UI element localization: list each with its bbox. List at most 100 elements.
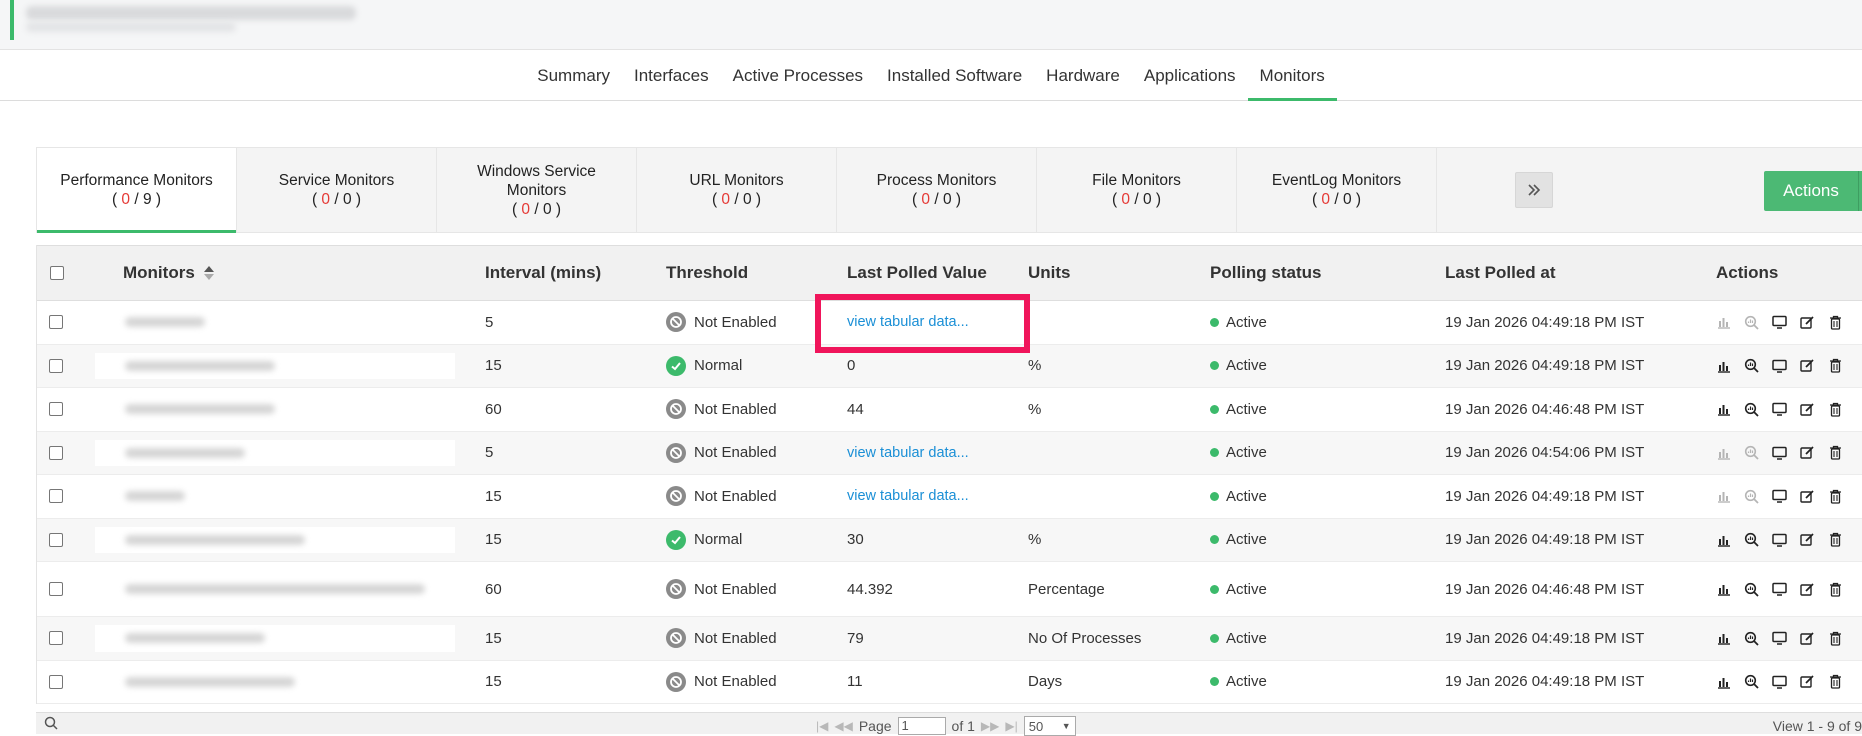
monitor-icon[interactable] — [1770, 580, 1789, 599]
tab-active-processes[interactable]: Active Processes — [721, 51, 875, 100]
zoom-graph-icon[interactable] — [1742, 580, 1761, 599]
next-page-icon[interactable]: ▶▶ — [981, 719, 999, 733]
bar-chart-icon[interactable] — [1714, 313, 1733, 332]
category-tab-performance-monitors[interactable]: Performance Monitors ( 0 / 9 ) — [37, 148, 237, 233]
row-checkbox[interactable] — [49, 445, 63, 460]
row-checkbox[interactable] — [49, 315, 63, 330]
zoom-graph-icon[interactable] — [1742, 672, 1761, 691]
count-active: 0 — [121, 191, 131, 208]
row-checkbox[interactable] — [49, 582, 63, 596]
edit-icon[interactable] — [1798, 313, 1817, 332]
zoom-graph-icon[interactable] — [1742, 356, 1761, 375]
page-size-select[interactable]: 50 ▼ — [1023, 716, 1076, 736]
trash-icon[interactable] — [1826, 580, 1845, 599]
page-input[interactable]: 1 — [897, 717, 946, 735]
sort-icon — [203, 266, 214, 280]
row-checkbox[interactable] — [49, 631, 63, 646]
trash-icon[interactable] — [1826, 313, 1845, 332]
tab-applications[interactable]: Applications — [1132, 51, 1248, 100]
category-tab-windows-service-monitors[interactable]: Windows Service Monitors( 0 / 0 ) — [437, 148, 637, 232]
monitor-icon[interactable] — [1770, 313, 1789, 332]
tab-monitors[interactable]: Monitors — [1247, 51, 1337, 101]
edit-icon[interactable] — [1798, 672, 1817, 691]
tab-installed-software[interactable]: Installed Software — [875, 51, 1034, 100]
view-tabular-data-link[interactable]: view tabular data... — [847, 445, 969, 461]
polling-status-label: Active — [1226, 487, 1267, 505]
zoom-graph-icon[interactable] — [1742, 530, 1761, 549]
trash-icon[interactable] — [1826, 629, 1845, 648]
bar-chart-icon[interactable] — [1714, 672, 1733, 691]
count-total: 0 — [1142, 191, 1152, 208]
first-page-icon[interactable]: |◀ — [816, 719, 828, 733]
tab-interfaces[interactable]: Interfaces — [622, 51, 721, 100]
edit-icon[interactable] — [1798, 356, 1817, 375]
edit-icon[interactable] — [1798, 530, 1817, 549]
monitor-icon[interactable] — [1770, 443, 1789, 462]
monitor-icon[interactable] — [1770, 400, 1789, 419]
prev-page-icon[interactable]: ◀◀ — [834, 719, 852, 733]
row-checkbox[interactable] — [49, 358, 63, 373]
bar-chart-icon[interactable] — [1714, 356, 1733, 375]
category-tab-count: ( 0 / 0 ) — [711, 191, 762, 208]
monitor-name-redacted[interactable] — [95, 396, 455, 423]
edit-icon[interactable] — [1798, 400, 1817, 419]
zoom-graph-icon[interactable] — [1742, 400, 1761, 419]
monitor-name-redacted[interactable] — [95, 439, 455, 466]
edit-icon[interactable] — [1798, 580, 1817, 599]
zoom-graph-icon[interactable] — [1742, 313, 1761, 332]
actions-dropdown-toggle[interactable] — [1858, 171, 1862, 211]
category-tab-service-monitors[interactable]: Service Monitors ( 0 / 0 ) — [237, 148, 437, 232]
last-page-icon[interactable]: ▶| — [1005, 719, 1017, 733]
monitor-icon[interactable] — [1770, 487, 1789, 506]
bar-chart-icon[interactable] — [1714, 443, 1733, 462]
bar-chart-icon[interactable] — [1714, 400, 1733, 419]
row-checkbox[interactable] — [49, 674, 63, 689]
monitor-icon[interactable] — [1770, 629, 1789, 648]
monitor-icon[interactable] — [1770, 530, 1789, 549]
trash-icon[interactable] — [1826, 356, 1845, 375]
edit-icon[interactable] — [1798, 443, 1817, 462]
interval-cell: 15 — [485, 531, 502, 549]
units-cell: % — [1028, 357, 1042, 375]
monitor-icon[interactable] — [1770, 356, 1789, 375]
edit-icon[interactable] — [1798, 629, 1817, 648]
view-tabular-data-link[interactable]: view tabular data... — [847, 488, 969, 504]
row-checkbox[interactable] — [49, 402, 63, 417]
search-icon[interactable] — [44, 716, 58, 730]
row-actions — [1714, 443, 1845, 462]
row-checkbox[interactable] — [49, 532, 63, 547]
category-tab-process-monitors[interactable]: Process Monitors ( 0 / 0 ) — [837, 148, 1037, 232]
zoom-graph-icon[interactable] — [1742, 629, 1761, 648]
monitor-name-redacted[interactable] — [95, 352, 455, 379]
tab-summary[interactable]: Summary — [525, 51, 622, 100]
zoom-graph-icon[interactable] — [1742, 487, 1761, 506]
monitor-name-redacted[interactable] — [95, 625, 455, 652]
edit-icon[interactable] — [1798, 487, 1817, 506]
view-tabular-data-link[interactable]: view tabular data... — [847, 314, 969, 330]
trash-icon[interactable] — [1826, 443, 1845, 462]
monitor-name-redacted[interactable] — [95, 483, 455, 510]
monitor-icon[interactable] — [1770, 672, 1789, 691]
monitor-name-redacted[interactable] — [95, 668, 455, 695]
bar-chart-icon[interactable] — [1714, 530, 1733, 549]
category-tab-eventlog-monitors[interactable]: EventLog Monitors ( 0 / 0 ) — [1237, 148, 1437, 232]
monitor-name-redacted[interactable] — [95, 526, 455, 553]
select-all-checkbox[interactable] — [50, 266, 64, 280]
trash-icon[interactable] — [1826, 400, 1845, 419]
more-tabs-button[interactable] — [1515, 172, 1553, 208]
zoom-graph-icon[interactable] — [1742, 443, 1761, 462]
monitor-name-redacted[interactable] — [95, 309, 455, 336]
monitor-name-redacted[interactable] — [95, 570, 455, 608]
category-tab-file-monitors[interactable]: File Monitors ( 0 / 0 ) — [1037, 148, 1237, 232]
actions-button[interactable]: Actions — [1764, 171, 1862, 211]
tab-hardware[interactable]: Hardware — [1034, 51, 1132, 100]
bar-chart-icon[interactable] — [1714, 580, 1733, 599]
row-checkbox[interactable] — [49, 489, 63, 504]
trash-icon[interactable] — [1826, 530, 1845, 549]
category-tab-url-monitors[interactable]: URL Monitors ( 0 / 0 ) — [637, 148, 837, 232]
bar-chart-icon[interactable] — [1714, 629, 1733, 648]
col-monitors[interactable]: Monitors — [123, 246, 215, 300]
trash-icon[interactable] — [1826, 487, 1845, 506]
trash-icon[interactable] — [1826, 672, 1845, 691]
bar-chart-icon[interactable] — [1714, 487, 1733, 506]
